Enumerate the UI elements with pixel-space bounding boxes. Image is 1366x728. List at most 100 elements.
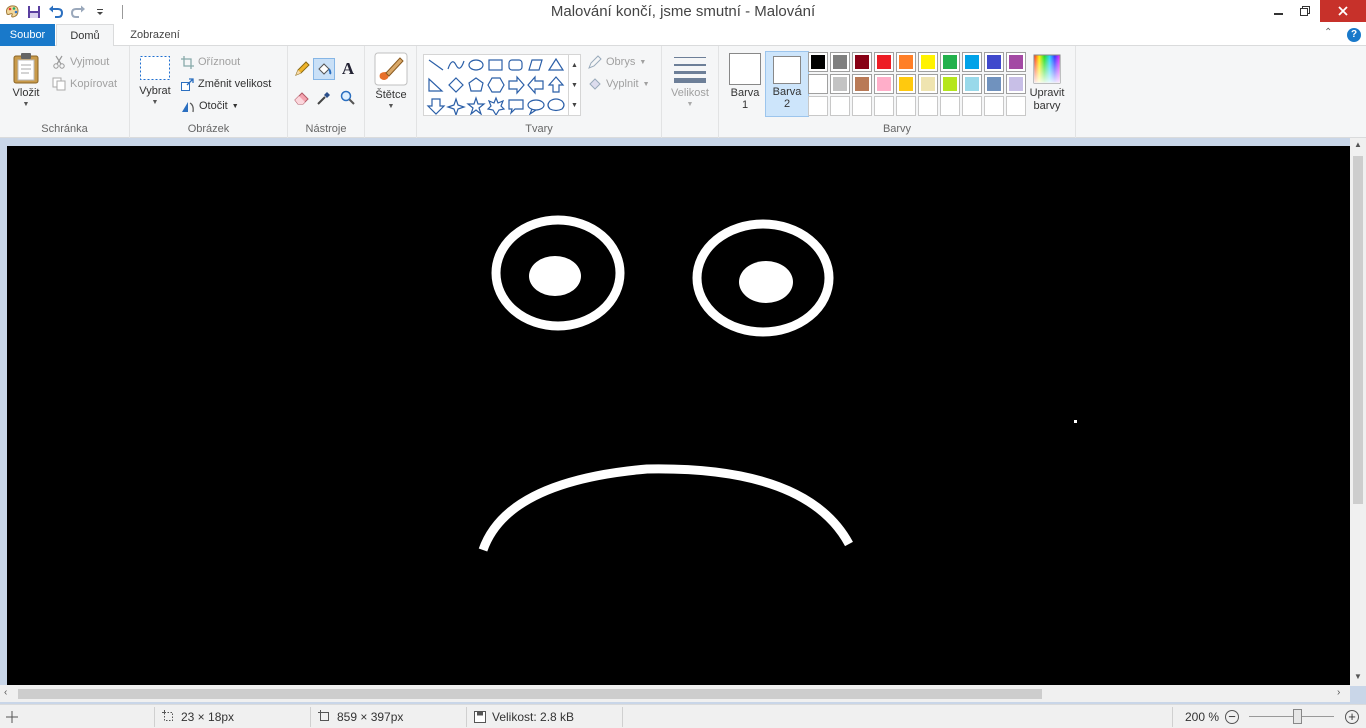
palette-swatch[interactable] (962, 74, 982, 94)
fill-tool[interactable] (313, 58, 335, 80)
color-palette (808, 52, 1026, 116)
palette-swatch[interactable] (808, 52, 828, 72)
color-1-button[interactable]: Barva 1 (723, 51, 767, 117)
palette-swatch[interactable] (940, 52, 960, 72)
tab-home[interactable]: Domů (56, 24, 114, 47)
palette-swatch[interactable] (1006, 52, 1026, 72)
chevron-down-icon[interactable]: ▼ (571, 82, 578, 89)
shapes-gallery[interactable]: ▲ ▼ ▼ (423, 54, 581, 116)
group-label-clipboard: Schránka (41, 123, 88, 135)
palette-swatch[interactable] (918, 52, 938, 72)
palette-swatch[interactable] (984, 52, 1004, 72)
palette-swatch[interactable] (962, 52, 982, 72)
fill-shape-button[interactable]: Vyplnit ▼ (588, 75, 650, 93)
custom-color-slot[interactable] (940, 96, 960, 116)
palette-swatch[interactable] (874, 52, 894, 72)
color-1-label-a: Barva (730, 87, 760, 99)
custom-color-slot[interactable] (852, 96, 872, 116)
custom-color-slot[interactable] (918, 96, 938, 116)
chevron-down-icon[interactable]: ▼ (1350, 672, 1366, 681)
chevron-up-icon[interactable]: ▲ (571, 62, 578, 69)
custom-color-slot[interactable] (1006, 96, 1026, 116)
palette-swatch[interactable] (852, 52, 872, 72)
palette-swatch[interactable] (874, 74, 894, 94)
palette-swatch[interactable] (830, 52, 850, 72)
cut-button[interactable]: Vyjmout (52, 53, 109, 71)
cursor-position (6, 705, 18, 728)
vertical-scrollbar[interactable]: ▲ ▼ (1350, 138, 1366, 686)
gallery-expand-icon[interactable]: ▼ (571, 102, 578, 109)
resize-button[interactable]: Změnit velikost (181, 75, 271, 93)
minimize-button[interactable] (1266, 0, 1292, 22)
custom-color-slot[interactable] (896, 96, 916, 116)
group-label-image: Obrázek (187, 123, 230, 135)
chevron-down-icon: ▼ (231, 102, 239, 110)
paste-button[interactable]: Vložit ▼ (6, 52, 46, 108)
chevron-right-icon[interactable]: › (1337, 687, 1340, 698)
palette-swatch[interactable] (896, 52, 916, 72)
palette-swatch[interactable] (852, 74, 872, 94)
horizontal-scrollbar[interactable]: ‹ › (0, 685, 1350, 702)
pencil-tool[interactable] (291, 58, 313, 80)
rotate-button[interactable]: Otočit ▼ (181, 97, 239, 115)
help-icon[interactable]: ? (1347, 28, 1361, 42)
chevron-down-icon: ▼ (686, 101, 694, 108)
chevron-down-icon: ▼ (22, 101, 30, 108)
tab-view[interactable]: Zobrazení (118, 24, 192, 46)
brushes-button[interactable]: Štětce ▼ (371, 52, 411, 110)
select-button[interactable]: Vybrat ▼ (136, 54, 174, 106)
drawing (478, 215, 1077, 552)
palette-swatch[interactable] (940, 74, 960, 94)
zoom-out-button[interactable]: − (1225, 710, 1239, 724)
color-2-label-b: 2 (783, 98, 791, 110)
sad-mouth (478, 464, 853, 552)
color-2-label-a: Barva (772, 86, 802, 98)
palette-swatch-color (965, 55, 979, 69)
zoom-slider-track[interactable] (1249, 716, 1334, 717)
palette-swatch[interactable] (808, 74, 828, 94)
custom-color-slot[interactable] (808, 96, 828, 116)
line-size-icon (674, 57, 706, 83)
chevron-up-icon[interactable]: ▲ (1350, 140, 1366, 149)
zoom-slider-thumb[interactable] (1293, 709, 1302, 724)
zoom-in-button[interactable]: + (1345, 710, 1359, 724)
palette-swatch[interactable] (896, 74, 916, 94)
gallery-scroll[interactable]: ▲ ▼ ▼ (568, 55, 580, 115)
eraser-tool[interactable] (291, 87, 313, 109)
color-picker-tool[interactable] (313, 87, 335, 109)
collapse-ribbon-icon[interactable]: ⌃ (1324, 27, 1332, 38)
outline-label: Obrys (606, 56, 636, 68)
drawing-canvas[interactable] (7, 146, 1350, 685)
close-button[interactable] (1320, 0, 1366, 22)
horizontal-scroll-thumb[interactable] (18, 689, 1042, 699)
vertical-scroll-thumb[interactable] (1353, 156, 1363, 504)
size-button[interactable]: Velikost ▼ (668, 54, 712, 108)
palette-swatch[interactable] (984, 74, 1004, 94)
restore-icon (1300, 6, 1310, 16)
copy-button[interactable]: Kopírovat (52, 75, 117, 93)
outline-button[interactable]: Obrys ▼ (588, 53, 646, 71)
palette-swatch-color (965, 77, 979, 91)
custom-color-slot[interactable] (874, 96, 894, 116)
tab-file[interactable]: Soubor (0, 24, 55, 46)
restore-button[interactable] (1292, 0, 1318, 22)
right-pupil (739, 261, 793, 303)
palette-swatch[interactable] (918, 74, 938, 94)
magnifier-tool[interactable] (337, 87, 359, 109)
custom-color-slot[interactable] (830, 96, 850, 116)
selection-size: 23 × 18px (162, 705, 234, 728)
custom-color-slot[interactable] (984, 96, 1004, 116)
crop-button[interactable]: Oříznout (181, 53, 240, 71)
color-2-button[interactable]: Barva 2 (765, 51, 809, 117)
custom-color-slot[interactable] (962, 96, 982, 116)
palette-swatch-color (877, 55, 891, 69)
edit-colors-button[interactable]: Upravit barvy (1027, 54, 1067, 113)
chevron-left-icon[interactable]: ‹ (4, 687, 7, 698)
size-label: Velikost (671, 87, 709, 99)
palette-swatch-color (811, 55, 825, 69)
palette-swatch[interactable] (830, 74, 850, 94)
text-tool[interactable]: A (337, 58, 359, 80)
palette-swatch-color (943, 55, 957, 69)
palette-swatch[interactable] (1006, 74, 1026, 94)
zoom-level: 200 % (1185, 709, 1220, 724)
